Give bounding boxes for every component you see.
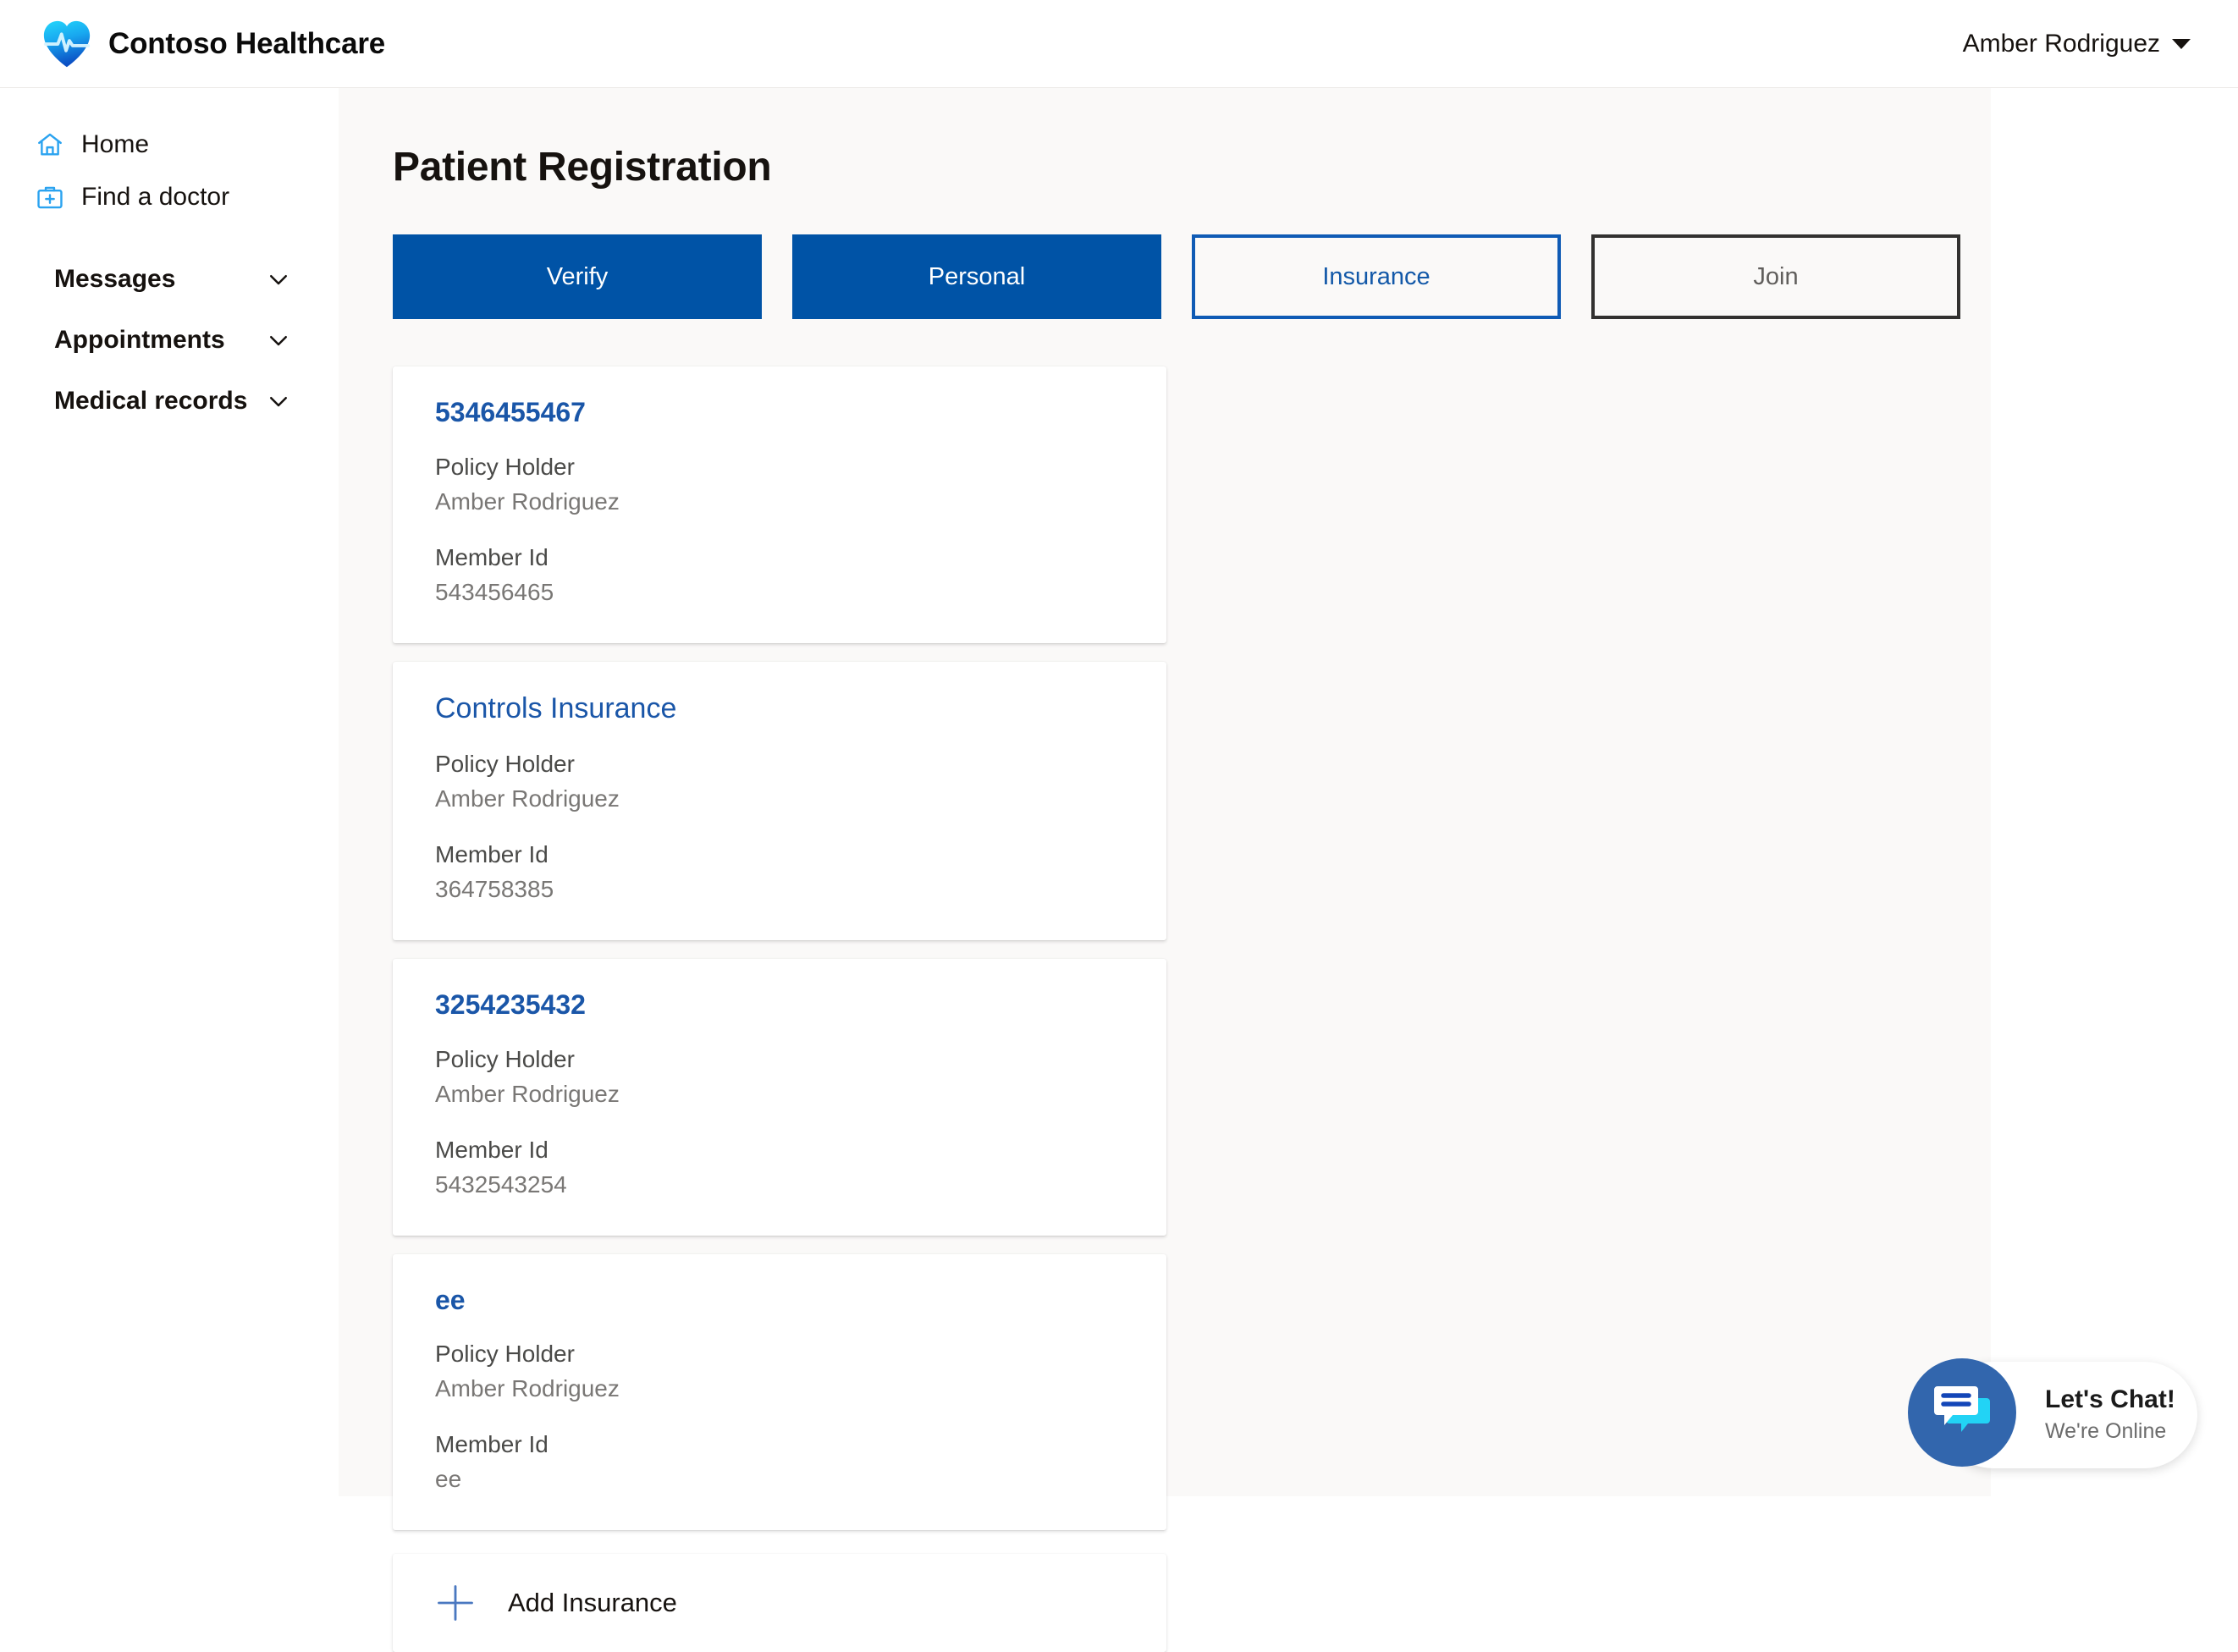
policy-holder-value: Amber Rodriguez xyxy=(435,785,620,812)
caret-down-icon xyxy=(2172,38,2191,49)
sidebar-item-label: Home xyxy=(81,130,150,158)
sidebar-item-find-a-doctor[interactable]: Find a doctor xyxy=(0,171,339,223)
page-title: Patient Registration xyxy=(393,145,772,190)
tab-insurance[interactable]: Insurance xyxy=(1192,234,1561,319)
policy-holder-value: Amber Rodriguez xyxy=(435,1375,620,1402)
sidebar: Home Find a doctor Messages Appointments… xyxy=(0,88,339,1496)
chevron-down-icon xyxy=(266,388,291,414)
member-id-value: ee xyxy=(435,1466,462,1493)
main-content: Patient Registration Verify Personal Ins… xyxy=(339,88,1991,1652)
member-id-value: 364758385 xyxy=(435,875,554,902)
registration-step-tabs: Verify Personal Insurance Join xyxy=(339,190,1991,319)
member-id-label: Member Id xyxy=(435,543,548,570)
policy-holder-value: Amber Rodriguez xyxy=(435,1080,620,1107)
insurance-card-title[interactable]: ee xyxy=(435,1285,1124,1316)
policy-holder-value: Amber Rodriguez xyxy=(435,487,620,515)
sidebar-group-label: Appointments xyxy=(54,326,225,354)
insurance-card-title[interactable]: 3254235432 xyxy=(435,989,1124,1021)
chat-status: We're Online xyxy=(2045,1418,2167,1443)
add-insurance-button[interactable]: Add Insurance xyxy=(393,1554,1166,1652)
chevron-down-icon xyxy=(266,328,291,353)
tab-personal[interactable]: Personal xyxy=(792,234,1161,319)
home-icon xyxy=(36,130,64,159)
insurance-card[interactable]: ee Policy Holder Amber Rodriguez Member … xyxy=(393,1253,1166,1531)
insurance-card-title[interactable]: 5346455467 xyxy=(435,397,1124,428)
member-id-label: Member Id xyxy=(435,1431,548,1458)
insurance-card-list: 5346455467 Policy Holder Amber Rodriguez… xyxy=(339,319,1991,1652)
sidebar-item-home[interactable]: Home xyxy=(0,118,339,171)
chat-toggle-button[interactable] xyxy=(1908,1358,2016,1467)
chat-bubbles-icon xyxy=(1931,1383,1993,1443)
heart-pulse-logo xyxy=(41,18,93,70)
user-name: Amber Rodriguez xyxy=(1962,29,2160,58)
sidebar-group-appointments[interactable]: Appointments xyxy=(0,310,339,371)
chat-widget[interactable]: Let's Chat! We're Online xyxy=(1908,1358,2197,1468)
brand[interactable]: Contoso Healthcare xyxy=(0,18,385,70)
member-id-label: Member Id xyxy=(435,840,548,867)
add-insurance-label: Add Insurance xyxy=(508,1588,677,1618)
member-id-value: 543456465 xyxy=(435,578,554,605)
member-id-value: 5432543254 xyxy=(435,1170,567,1198)
app-header: Contoso Healthcare Amber Rodriguez xyxy=(0,0,2238,88)
plus-icon xyxy=(433,1581,477,1625)
policy-holder-label: Policy Holder xyxy=(435,1341,575,1368)
policy-holder-label: Policy Holder xyxy=(435,1045,575,1072)
policy-holder-label: Policy Holder xyxy=(435,453,575,480)
sidebar-item-label: Find a doctor xyxy=(81,183,230,211)
insurance-card[interactable]: 3254235432 Policy Holder Amber Rodriguez… xyxy=(393,958,1166,1236)
member-id-label: Member Id xyxy=(435,1136,548,1163)
insurance-card[interactable]: Controls Insurance Policy Holder Amber R… xyxy=(393,661,1166,940)
user-menu[interactable]: Amber Rodriguez xyxy=(1963,30,2238,58)
doctor-bag-icon xyxy=(36,183,64,212)
tab-join[interactable]: Join xyxy=(1591,234,1960,319)
sidebar-group-label: Messages xyxy=(54,265,176,293)
brand-name: Contoso Healthcare xyxy=(108,26,386,60)
policy-holder-label: Policy Holder xyxy=(435,750,575,777)
sidebar-group-label: Medical records xyxy=(54,387,248,415)
tab-verify[interactable]: Verify xyxy=(393,234,762,319)
sidebar-group-medical-records[interactable]: Medical records xyxy=(0,371,339,432)
insurance-card-title[interactable]: Controls Insurance xyxy=(435,692,1124,725)
chevron-down-icon xyxy=(266,267,291,292)
sidebar-group-messages[interactable]: Messages xyxy=(0,249,339,310)
insurance-card[interactable]: 5346455467 Policy Holder Amber Rodriguez… xyxy=(393,366,1166,643)
chat-title: Let's Chat! xyxy=(2045,1385,2175,1413)
